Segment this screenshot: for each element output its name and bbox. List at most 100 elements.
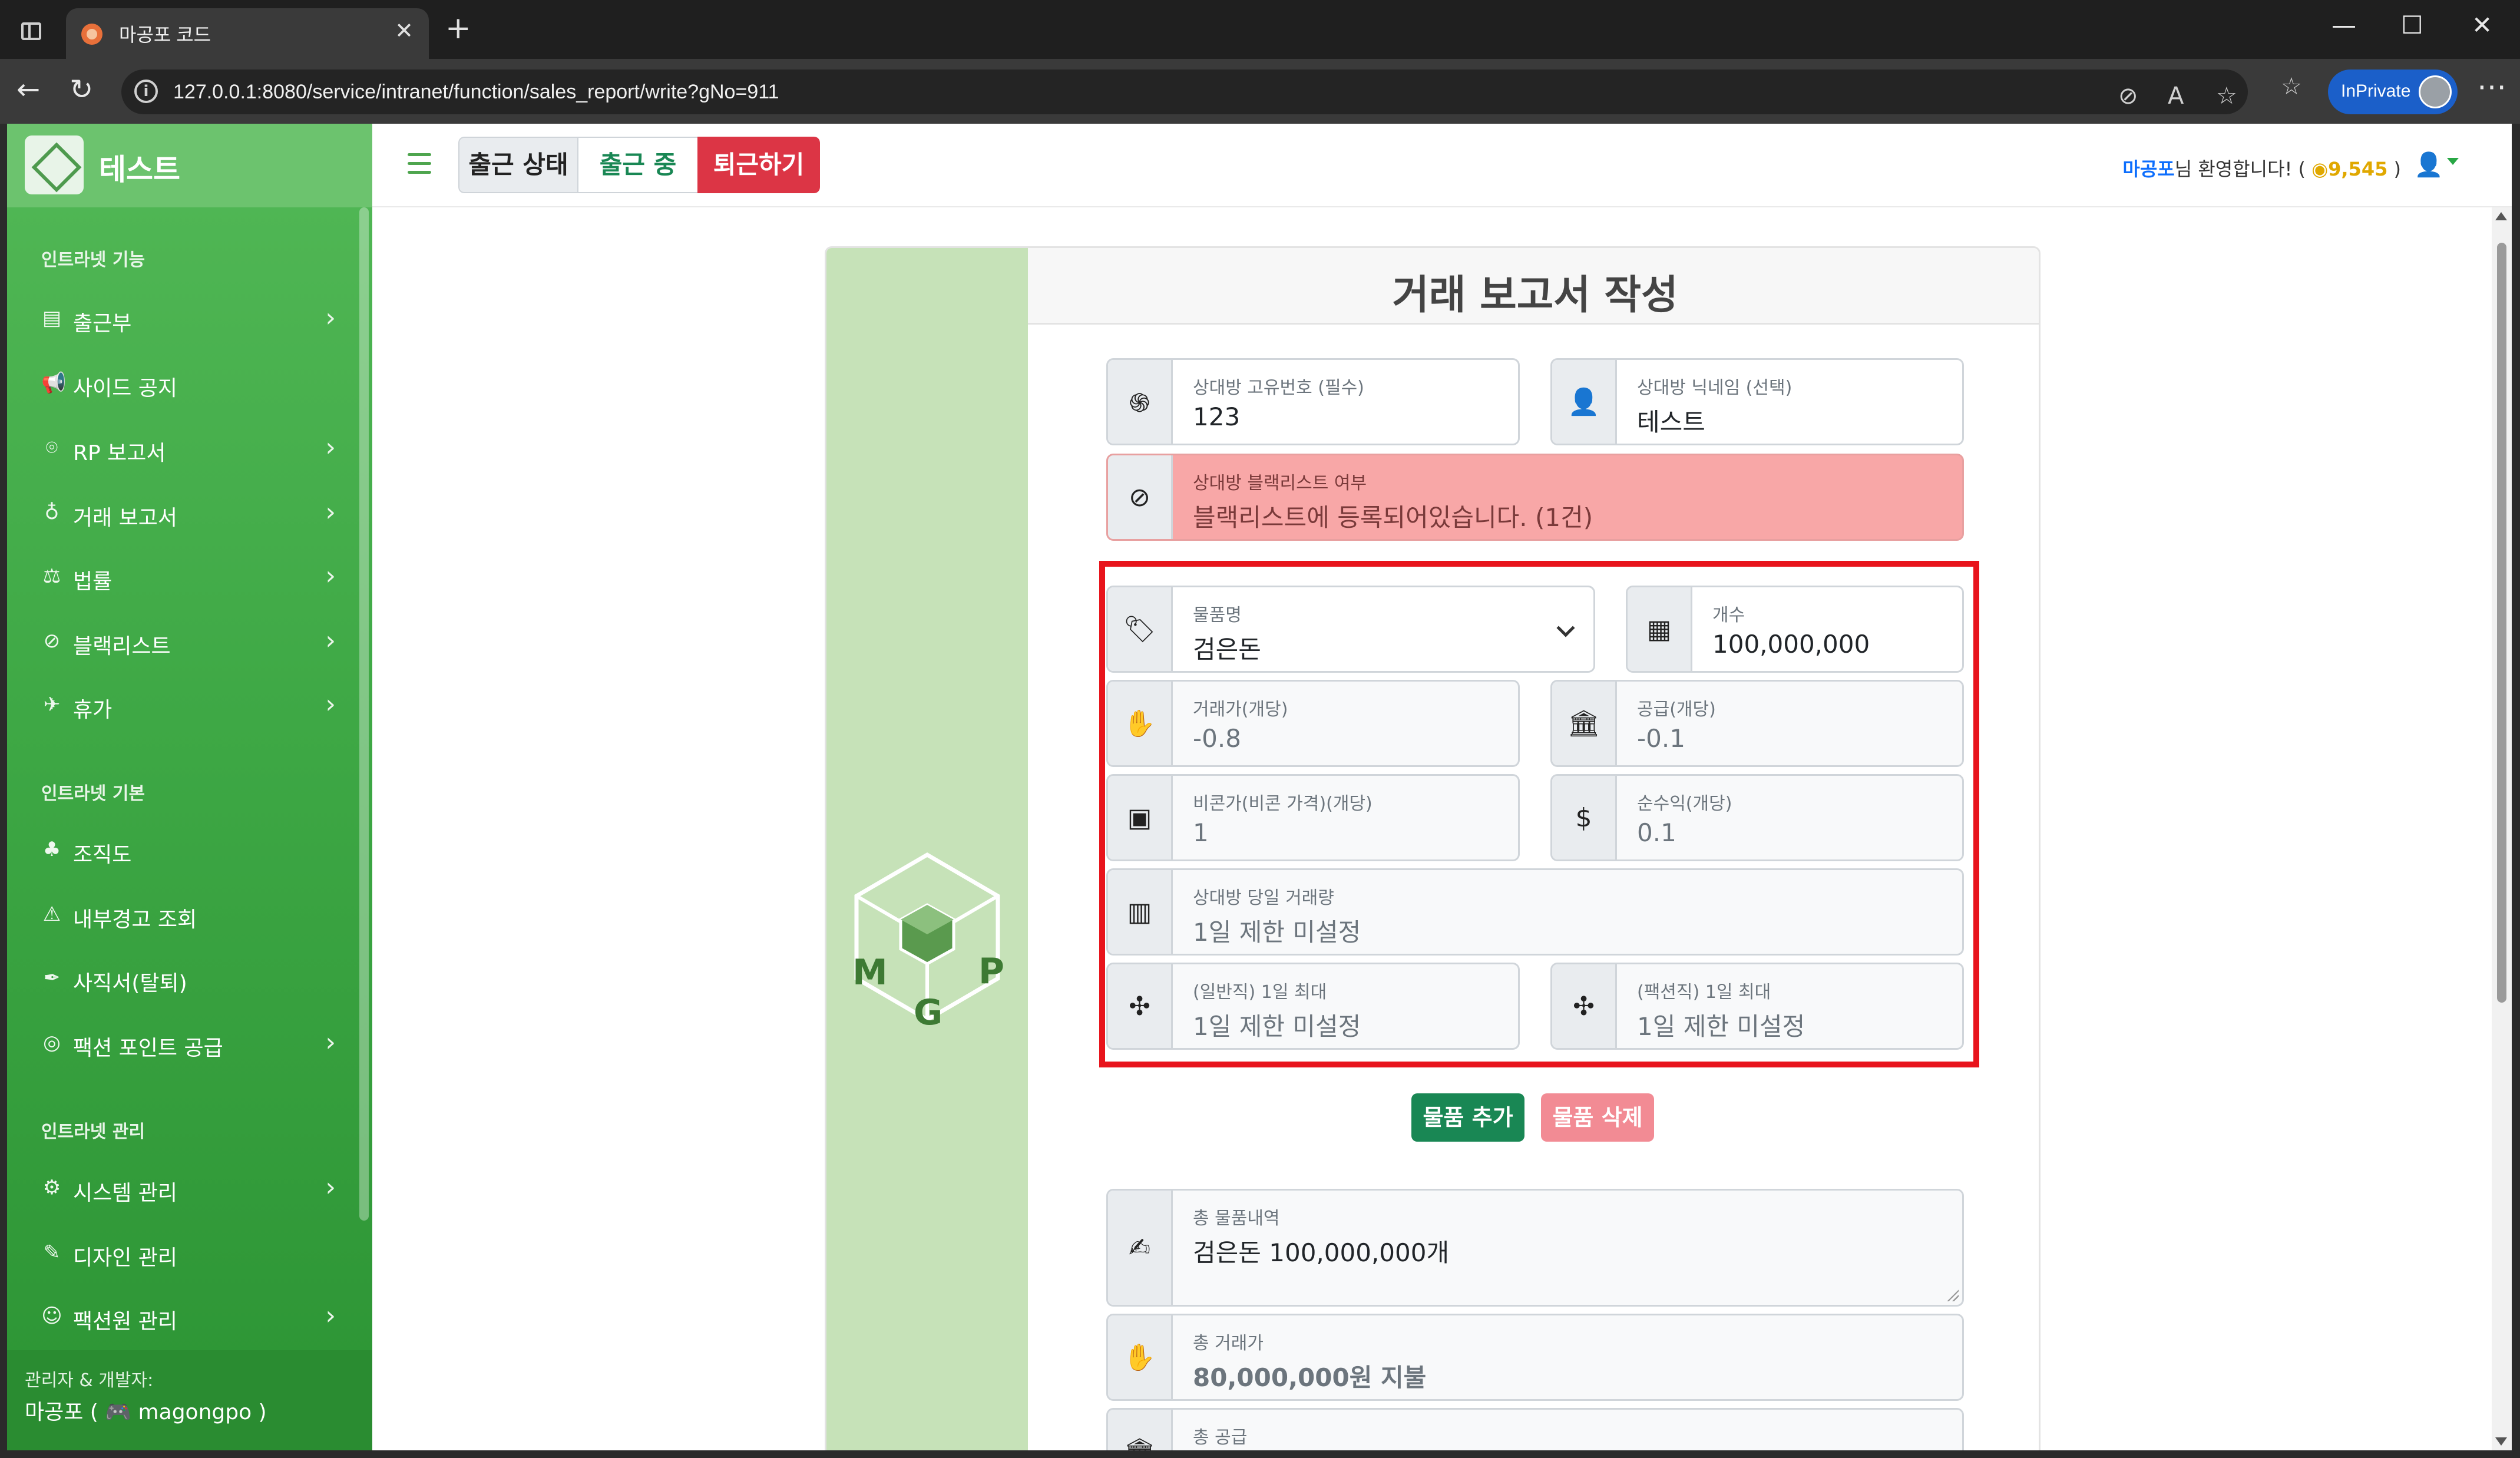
fingerprint-icon: ֍ <box>1108 360 1173 444</box>
field-label: 총 공급 <box>1193 1427 1248 1448</box>
new-tab-icon[interactable]: + <box>445 11 471 46</box>
reload-icon[interactable]: ↻ <box>70 73 93 106</box>
field-value: 80,000,000원 지불 <box>1193 1363 1427 1392</box>
sidebar-item-attendance[interactable]: ▤ 출근부 › <box>41 299 336 340</box>
sidebar-item-blacklist[interactable]: ⊘ 블랙리스트 › <box>41 622 336 663</box>
brand-bar[interactable]: 테스트 <box>7 124 372 207</box>
coins-icon: ◎ <box>43 1031 61 1054</box>
money-bag-icon: ♁ <box>44 501 59 524</box>
inprivate-badge[interactable]: InPrivate <box>2328 70 2458 114</box>
sidebar-item-label: 휴가 <box>73 698 113 722</box>
top-navbar: 출근 상태 출근 중 퇴근하기 마공포님 환영합니다! ( ◉9,545 ) 👤 <box>372 124 2512 207</box>
partner-nickname-field[interactable]: 👤 상대방 닉네임 (선택) 테스트 <box>1550 358 1964 445</box>
sidebar-item-rp-report[interactable]: ⌾ RP 보고서 › <box>41 429 336 470</box>
sidebar-item-label: 블랙리스트 <box>73 634 171 659</box>
sidebar-item-internal-warning[interactable]: ⚠ 내부경고 조회 <box>41 895 336 937</box>
sidebar-item-resignation[interactable]: ✒ 사직서(탈퇴) <box>41 959 336 1000</box>
welcome-username: 마공포 <box>2122 158 2175 180</box>
tab-close-icon[interactable]: ✕ <box>395 18 414 44</box>
field-value[interactable]: 테스트 <box>1637 402 1705 438</box>
plane-icon: ✈ <box>43 693 61 716</box>
chevron-right-icon: › <box>325 303 336 333</box>
gear-icon: ⚙ <box>42 1176 61 1199</box>
chevron-right-icon: › <box>325 497 336 527</box>
sidebar-item-label: 팩션 포인트 공급 <box>73 1036 223 1060</box>
chevron-right-icon: › <box>325 432 336 462</box>
sidebar-item-org-chart[interactable]: ♣ 조직도 <box>41 831 336 872</box>
chevron-right-icon: › <box>325 561 336 591</box>
sidebar-item-vacation[interactable]: ✈ 휴가 › <box>41 686 336 727</box>
sidebar-item-label: 출근부 <box>73 312 132 336</box>
total-supply-field: 🏛 총 공급 <box>1106 1408 1964 1450</box>
sidebar-item-label: 디자인 관리 <box>73 1246 178 1270</box>
field-value: 블랙리스트에 등록되어있습니다. (1건) <box>1193 503 1593 532</box>
back-icon[interactable]: ← <box>16 73 40 106</box>
hamburger-menu-icon[interactable] <box>408 153 431 174</box>
add-item-button[interactable]: 물품 추가 <box>1411 1093 1524 1142</box>
svg-text:M: M <box>852 952 888 993</box>
brush-icon: ✎ <box>43 1241 61 1264</box>
sidebar-item-label: 거래 보고서 <box>73 506 178 530</box>
favorites-icon[interactable]: ☆ <box>2281 73 2302 100</box>
scroll-down-icon[interactable] <box>2495 1437 2507 1446</box>
file-signature-icon: ✍ <box>1108 1191 1173 1305</box>
delete-item-button[interactable]: 물품 삭제 <box>1541 1093 1654 1142</box>
field-value[interactable]: 123 <box>1193 402 1240 431</box>
sidebar-item-label: 법률 <box>73 570 113 594</box>
scroll-up-icon[interactable] <box>2495 212 2507 220</box>
address-bar[interactable]: i 127.0.0.1:8080/service/intranet/functi… <box>121 70 2248 114</box>
close-window-icon[interactable]: ✕ <box>2472 11 2492 39</box>
favorite-star-icon[interactable]: ☆ <box>2216 82 2237 110</box>
more-menu-icon[interactable]: ⋯ <box>2477 70 2506 104</box>
sidebar-item-side-notice[interactable]: 📢 사이드 공지 <box>41 364 336 405</box>
sidebar-item-label: RP 보고서 <box>73 441 166 465</box>
point-balance: 9,545 <box>2328 158 2388 180</box>
book-icon: ▤ <box>42 306 62 330</box>
sidebar-toggle-icon[interactable] <box>21 22 41 40</box>
sidebar-item-label: 시스템 관리 <box>73 1181 178 1205</box>
tab-title: 마공포 코드 <box>119 24 211 45</box>
sidebar-scrollbar[interactable] <box>359 207 369 1221</box>
mgp-cube-logo-icon: M G P <box>852 852 1004 1026</box>
user-dropdown-caret-icon[interactable] <box>2447 158 2459 165</box>
field-label: 상대방 블랙리스트 여부 <box>1193 473 1367 494</box>
site-info-icon[interactable]: i <box>134 80 158 103</box>
sidebar-item-design-admin[interactable]: ✎ 디자인 관리 <box>41 1234 336 1275</box>
svg-text:G: G <box>914 992 942 1026</box>
field-label: 총 거래가 <box>1193 1333 1264 1354</box>
scrollbar-thumb[interactable] <box>2497 243 2506 1003</box>
leave-work-button[interactable]: 퇴근하기 <box>697 137 820 193</box>
minimize-icon[interactable]: — <box>2332 11 2356 39</box>
total-items-textarea[interactable]: ✍ 총 물품내역 검은돈 100,000,000개 <box>1106 1189 1964 1307</box>
hand-money-icon: ✋ <box>1108 1315 1173 1399</box>
sidebar-item-trade-report[interactable]: ♁ 거래 보고서 › <box>41 494 336 535</box>
user-icon[interactable]: 👤 <box>2414 151 2443 178</box>
sidebar-item-faction-points[interactable]: ◎ 팩션 포인트 공급 › <box>41 1024 336 1065</box>
welcome-text: 님 환영합니다! ( <box>2174 158 2306 180</box>
browser-titlebar: 마공포 코드 ✕ + — ☐ ✕ <box>0 0 2520 59</box>
highlight-annotation-box <box>1099 561 1979 1067</box>
read-aloud-icon[interactable]: A <box>2168 82 2184 110</box>
sidebar-item-system-admin[interactable]: ⚙ 시스템 관리 › <box>41 1169 336 1210</box>
sidebar-item-law[interactable]: ⚖ 법률 › <box>41 557 336 599</box>
card-side-panel: M G P <box>826 248 1028 1450</box>
resize-handle-icon[interactable] <box>1946 1288 1959 1301</box>
maximize-icon[interactable]: ☐ <box>2401 11 2423 39</box>
sidebar-item-member-admin[interactable]: ☺ 팩션원 관리 › <box>41 1297 336 1338</box>
page-title: 거래 보고서 작성 <box>1392 272 1678 319</box>
page-scrollbar[interactable] <box>2492 207 2512 1450</box>
brand-logo-icon <box>25 135 84 194</box>
field-label: 상대방 고유번호 (필수) <box>1193 378 1364 398</box>
ban-icon: ⊘ <box>43 629 61 653</box>
scale-icon: ⚖ <box>42 564 61 588</box>
sidebar-item-label: 내부경고 조회 <box>73 908 197 932</box>
partner-id-field[interactable]: ֍ 상대방 고유번호 (필수) 123 <box>1106 358 1520 445</box>
page-viewport: 테스트 인트라넷 기능 ▤ 출근부 › 📢 사이드 공지 ⌾ RP 보고서 › … <box>7 124 2512 1450</box>
section-intranet-basic: 인트라넷 기본 <box>41 783 145 804</box>
url-text[interactable]: 127.0.0.1:8080/service/intranet/function… <box>173 81 779 104</box>
profile-avatar <box>2419 75 2452 108</box>
tracking-prevention-icon[interactable]: ⊘ <box>2118 82 2138 110</box>
bank-icon: 🏛 <box>1108 1410 1173 1450</box>
browser-tab[interactable]: 마공포 코드 ✕ <box>66 8 429 59</box>
feather-icon: ✒ <box>43 966 61 990</box>
